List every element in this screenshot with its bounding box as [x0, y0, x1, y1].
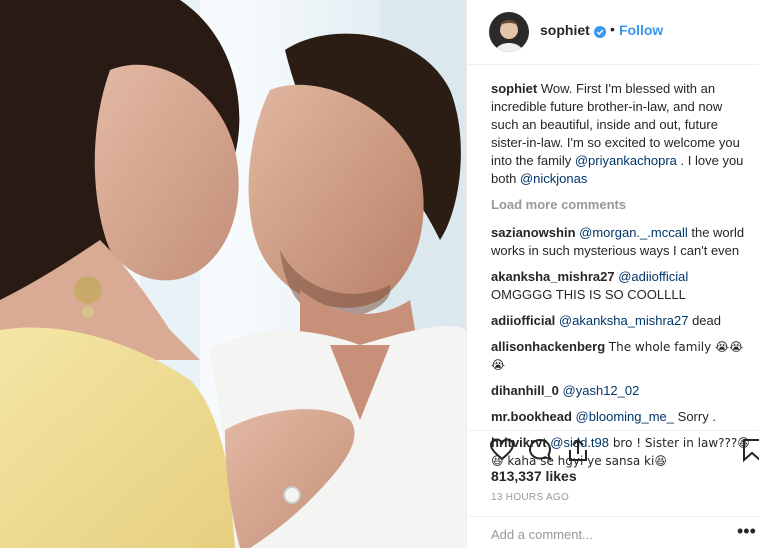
couple-photo-image — [0, 0, 466, 548]
caption-mention-2[interactable]: @nickjonas — [520, 171, 587, 186]
comment-item: dihanhill_0 @yash12_02 — [491, 382, 753, 400]
comment-username[interactable]: dihanhill_0 — [491, 383, 559, 398]
share-icon[interactable] — [565, 437, 591, 463]
header-username[interactable]: sophiet — [540, 22, 590, 38]
post-caption: sophiet Wow. First I'm blessed with an i… — [491, 80, 753, 188]
comment-item: allisonhackenberg The whole family 😭😭😭 — [491, 338, 753, 374]
follow-button[interactable]: Follow — [619, 22, 663, 38]
comment-item: sazianowshin @morgan._.mccall the world … — [491, 224, 753, 260]
comment-mention[interactable]: @morgan._.mccall — [579, 225, 688, 240]
add-comment-bar: Add a comment... ••• — [467, 516, 759, 549]
comment-icon[interactable] — [527, 437, 553, 463]
instagram-post: sophiet • Follow sophiet Wow. First I'm … — [0, 0, 759, 548]
verified-badge-icon — [594, 25, 606, 38]
post-header: sophiet • Follow — [467, 0, 759, 65]
comment-username[interactable]: allisonhackenberg — [491, 339, 605, 354]
bookmark-icon[interactable] — [739, 437, 759, 463]
post-actions-bar — [467, 430, 759, 465]
comment-item: mr.bookhead @blooming_me_ Sorry . — [491, 408, 753, 426]
comment-text: Sorry . — [674, 409, 716, 424]
comments-section: sophiet Wow. First I'm blessed with an i… — [491, 80, 753, 478]
comment-username[interactable]: mr.bookhead — [491, 409, 572, 424]
comment-item: adiiofficial @akanksha_mishra27 dead — [491, 312, 753, 330]
load-more-comments-button[interactable]: Load more comments — [491, 196, 753, 214]
post-side-panel: sophiet • Follow sophiet Wow. First I'm … — [466, 0, 759, 548]
heart-icon[interactable] — [489, 437, 515, 463]
comment-username[interactable]: sazianowshin — [491, 225, 576, 240]
more-options-icon[interactable]: ••• — [737, 521, 756, 542]
comment-mention[interactable]: @akanksha_mishra27 — [559, 313, 689, 328]
avatar[interactable] — [489, 12, 529, 52]
comment-username[interactable]: akanksha_mishra27 — [491, 269, 615, 284]
post-timestamp: 13 HOURS AGO — [491, 492, 570, 503]
caption-username[interactable]: sophiet — [491, 81, 537, 96]
comment-text: OMGGGG THIS IS SO COOLLLL — [491, 287, 686, 302]
likes-count[interactable]: 813,337 likes — [491, 468, 577, 484]
comment-username[interactable]: adiiofficial — [491, 313, 555, 328]
comment-item: akanksha_mishra27 @adiiofficial OMGGGG T… — [491, 268, 753, 304]
comment-mention[interactable]: @blooming_me_ — [576, 409, 674, 424]
add-comment-input[interactable]: Add a comment... — [491, 527, 593, 542]
comment-mention[interactable]: @yash12_02 — [563, 383, 640, 398]
header-separator-dot: • — [610, 21, 615, 37]
post-photo[interactable] — [0, 0, 466, 548]
comment-text: dead — [688, 313, 722, 328]
caption-mention-1[interactable]: @priyankachopra — [575, 153, 677, 168]
comment-mention[interactable]: @adiiofficial — [618, 269, 688, 284]
